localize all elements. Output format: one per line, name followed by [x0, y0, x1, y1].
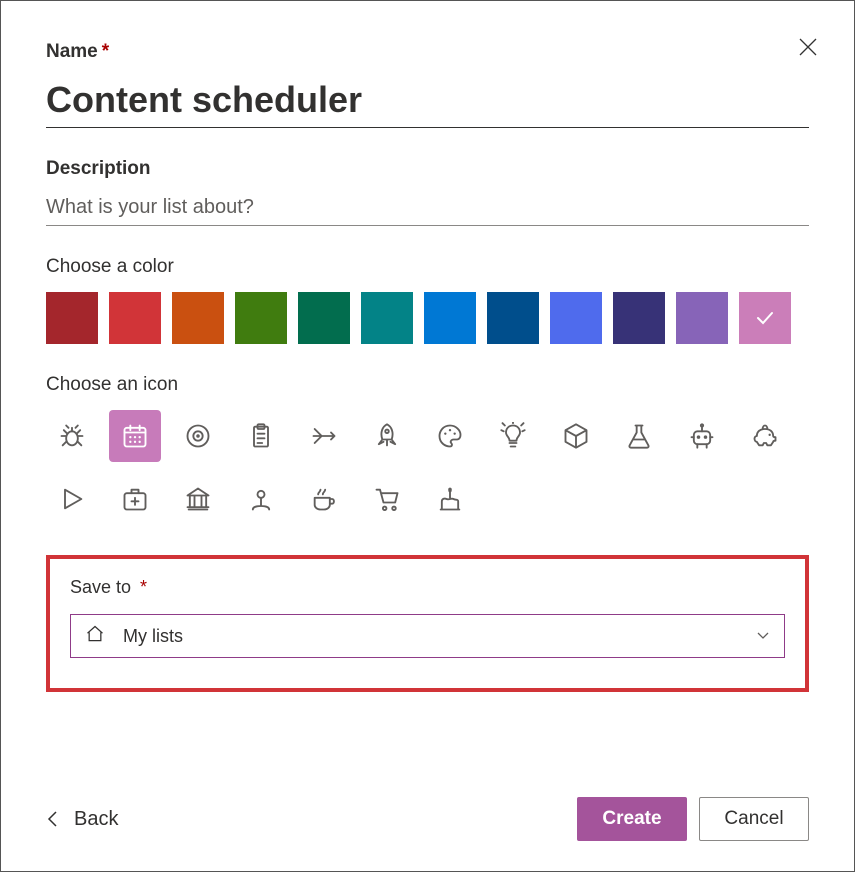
piggy-bank-icon — [751, 422, 779, 450]
icon-option-bug-icon[interactable] — [46, 410, 98, 462]
save-to-dropdown[interactable]: My lists — [70, 614, 785, 658]
color-swatch-teal[interactable] — [361, 292, 413, 344]
cube-icon — [562, 422, 590, 450]
robot-icon — [688, 422, 716, 450]
cancel-button[interactable]: Cancel — [699, 797, 809, 841]
cake-icon — [436, 485, 464, 513]
bank-icon — [184, 485, 212, 513]
icon-option-robot-icon[interactable] — [676, 410, 728, 462]
icon-option-palette-icon[interactable] — [424, 410, 476, 462]
description-input[interactable] — [46, 190, 809, 226]
save-to-label: Save to * — [70, 577, 785, 598]
icon-option-rocket-icon[interactable] — [361, 410, 413, 462]
dialog-footer: Back Create Cancel — [46, 797, 809, 841]
color-swatch-row — [46, 292, 809, 344]
color-section-label: Choose a color — [46, 256, 809, 278]
color-swatch-dark-red[interactable] — [46, 292, 98, 344]
back-button[interactable]: Back — [46, 808, 118, 831]
icon-option-clipboard-icon[interactable] — [235, 410, 287, 462]
required-asterisk: * — [102, 41, 109, 62]
save-to-highlight: Save to * My lists — [46, 555, 809, 692]
icon-option-coffee-icon[interactable] — [298, 473, 350, 525]
icon-option-cake-icon[interactable] — [424, 473, 476, 525]
first-aid-icon — [121, 485, 149, 513]
color-swatch-orange[interactable] — [172, 292, 224, 344]
chevron-down-icon — [756, 626, 770, 647]
save-to-value: My lists — [123, 626, 183, 647]
icon-option-bank-icon[interactable] — [172, 473, 224, 525]
color-swatch-periwinkle[interactable] — [550, 292, 602, 344]
close-icon — [799, 38, 817, 56]
color-swatch-purple[interactable] — [676, 292, 728, 344]
color-swatch-blue[interactable] — [424, 292, 476, 344]
create-button[interactable]: Create — [577, 797, 687, 841]
color-swatch-dark-blue[interactable] — [487, 292, 539, 344]
create-list-dialog: Name* Description Choose a color Choose … — [0, 0, 855, 872]
play-icon — [58, 485, 86, 513]
cart-icon — [373, 485, 401, 513]
home-icon — [85, 624, 105, 649]
color-swatch-pink[interactable] — [739, 292, 791, 344]
coffee-icon — [310, 485, 338, 513]
icon-option-first-aid-icon[interactable] — [109, 473, 161, 525]
icon-section-label: Choose an icon — [46, 374, 809, 396]
icon-option-play-icon[interactable] — [46, 473, 98, 525]
required-asterisk: * — [135, 577, 147, 597]
clipboard-icon — [247, 422, 275, 450]
color-section: Choose a color — [46, 256, 809, 344]
icon-option-cart-icon[interactable] — [361, 473, 413, 525]
icon-option-piggy-bank-icon[interactable] — [739, 410, 791, 462]
color-swatch-red[interactable] — [109, 292, 161, 344]
description-field-group: Description — [46, 158, 809, 226]
color-swatch-green[interactable] — [235, 292, 287, 344]
name-label: Name* — [46, 41, 809, 63]
chevron-left-icon — [46, 810, 60, 828]
rocket-icon — [373, 422, 401, 450]
lightbulb-icon — [499, 422, 527, 450]
back-label: Back — [74, 808, 118, 831]
button-row: Create Cancel — [577, 797, 809, 841]
icon-option-target-icon[interactable] — [172, 410, 224, 462]
name-field-group: Name* — [46, 41, 809, 128]
icon-grid — [46, 410, 809, 525]
icon-option-lightbulb-icon[interactable] — [487, 410, 539, 462]
name-input[interactable] — [46, 73, 809, 128]
icon-option-flask-icon[interactable] — [613, 410, 665, 462]
map-pin-icon — [247, 485, 275, 513]
icon-option-cube-icon[interactable] — [550, 410, 602, 462]
icon-option-map-pin-icon[interactable] — [235, 473, 287, 525]
flask-icon — [625, 422, 653, 450]
bug-icon — [58, 422, 86, 450]
close-button[interactable] — [790, 29, 826, 65]
palette-icon — [436, 422, 464, 450]
icon-option-calendar-icon[interactable] — [109, 410, 161, 462]
color-swatch-dark-teal[interactable] — [298, 292, 350, 344]
icon-option-airplane-icon[interactable] — [298, 410, 350, 462]
color-swatch-navy[interactable] — [613, 292, 665, 344]
airplane-icon — [310, 422, 338, 450]
description-label: Description — [46, 158, 809, 180]
icon-section: Choose an icon — [46, 374, 809, 525]
calendar-icon — [121, 422, 149, 450]
target-icon — [184, 422, 212, 450]
